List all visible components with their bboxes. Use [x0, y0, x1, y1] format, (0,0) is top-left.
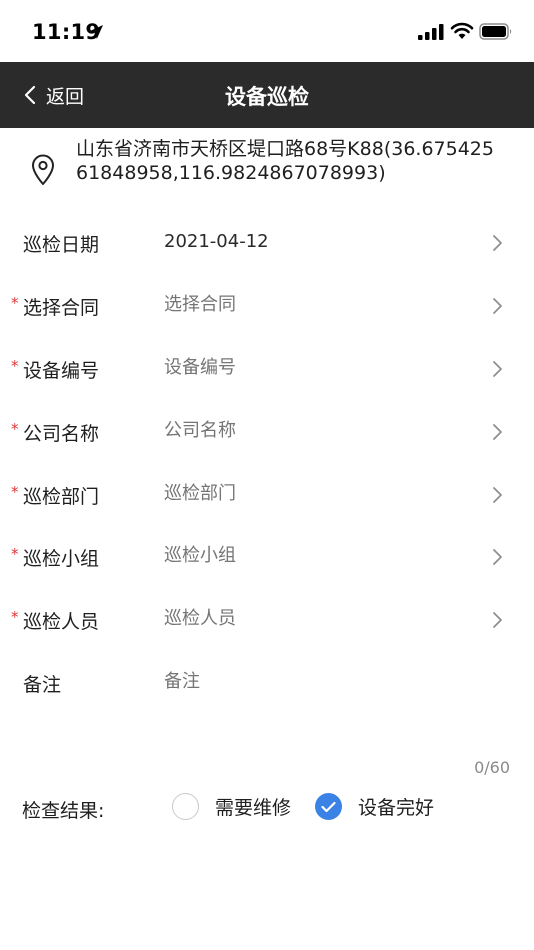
row-label: 设备编号: [23, 360, 100, 382]
form-row-remark: 备注: [0, 652, 534, 714]
row-label: 巡检部门: [23, 486, 100, 508]
cellular-signal-icon: [418, 24, 444, 40]
form-row-inspection-date[interactable]: 巡检日期: [0, 212, 534, 274]
navigation-bar: 返回 设备巡检: [0, 62, 534, 128]
required-mark: *: [11, 420, 19, 438]
contract-field[interactable]: [164, 294, 464, 315]
remark-input[interactable]: [164, 671, 464, 692]
chevron-right-icon: [493, 361, 502, 377]
checkmark-icon: [321, 801, 336, 812]
radio-label: 需要维修: [215, 797, 292, 819]
chevron-right-icon: [493, 487, 502, 503]
page-title: 设备巡检: [225, 85, 309, 109]
chevron-right-icon: [493, 424, 502, 440]
department-field[interactable]: [164, 483, 464, 504]
row-label: 巡检日期: [23, 234, 100, 256]
required-mark: *: [11, 483, 19, 501]
required-mark: *: [11, 357, 19, 375]
location-info: 山东省济南市天桥区堤口路68号K88(36.67542561848958,116…: [0, 128, 534, 214]
company-name-field[interactable]: [164, 420, 464, 441]
device-number-field[interactable]: [164, 357, 464, 378]
required-mark: *: [11, 294, 19, 312]
wifi-icon: [450, 22, 474, 39]
required-mark: *: [11, 545, 19, 563]
form-row-company-name[interactable]: * 公司名称: [0, 401, 534, 463]
row-label: 备注: [23, 674, 62, 696]
personnel-field[interactable]: [164, 608, 464, 629]
row-label: 巡检人员: [23, 611, 100, 633]
chevron-right-icon: [493, 612, 502, 628]
check-result-label: 检查结果:: [22, 800, 105, 822]
radio-checked-icon: [315, 793, 342, 820]
location-arrow-icon: [89, 25, 103, 39]
chevron-right-icon: [493, 549, 502, 565]
row-label: 巡检小组: [23, 548, 100, 570]
address-text: 山东省济南市天桥区堤口路68号K88(36.67542561848958,116…: [76, 138, 494, 184]
radio-unchecked-icon: [172, 793, 199, 820]
radio-device-ok[interactable]: 设备完好: [315, 793, 434, 820]
form-row-group[interactable]: * 巡检小组: [0, 526, 534, 588]
chevron-right-icon: [493, 235, 502, 251]
radio-label: 设备完好: [358, 797, 435, 819]
inspection-date-field[interactable]: [164, 231, 464, 252]
form-row-department[interactable]: * 巡检部门: [0, 464, 534, 526]
radio-needs-repair[interactable]: 需要维修: [172, 793, 291, 820]
chevron-right-icon: [493, 298, 502, 314]
remark-char-counter: 0/60: [474, 758, 510, 777]
form-row-personnel[interactable]: * 巡检人员: [0, 589, 534, 651]
location-pin-icon: [32, 154, 54, 185]
group-field[interactable]: [164, 545, 464, 566]
required-mark: *: [11, 608, 19, 626]
form-row-device-number[interactable]: * 设备编号: [0, 338, 534, 400]
status-bar: 11:19: [0, 0, 534, 62]
check-result-row: 检查结果: 需要维修 设备完好: [0, 780, 534, 834]
row-label: 公司名称: [23, 423, 100, 445]
form-row-contract[interactable]: * 选择合同: [0, 275, 534, 337]
row-label: 选择合同: [23, 297, 100, 319]
battery-icon: [479, 23, 512, 40]
